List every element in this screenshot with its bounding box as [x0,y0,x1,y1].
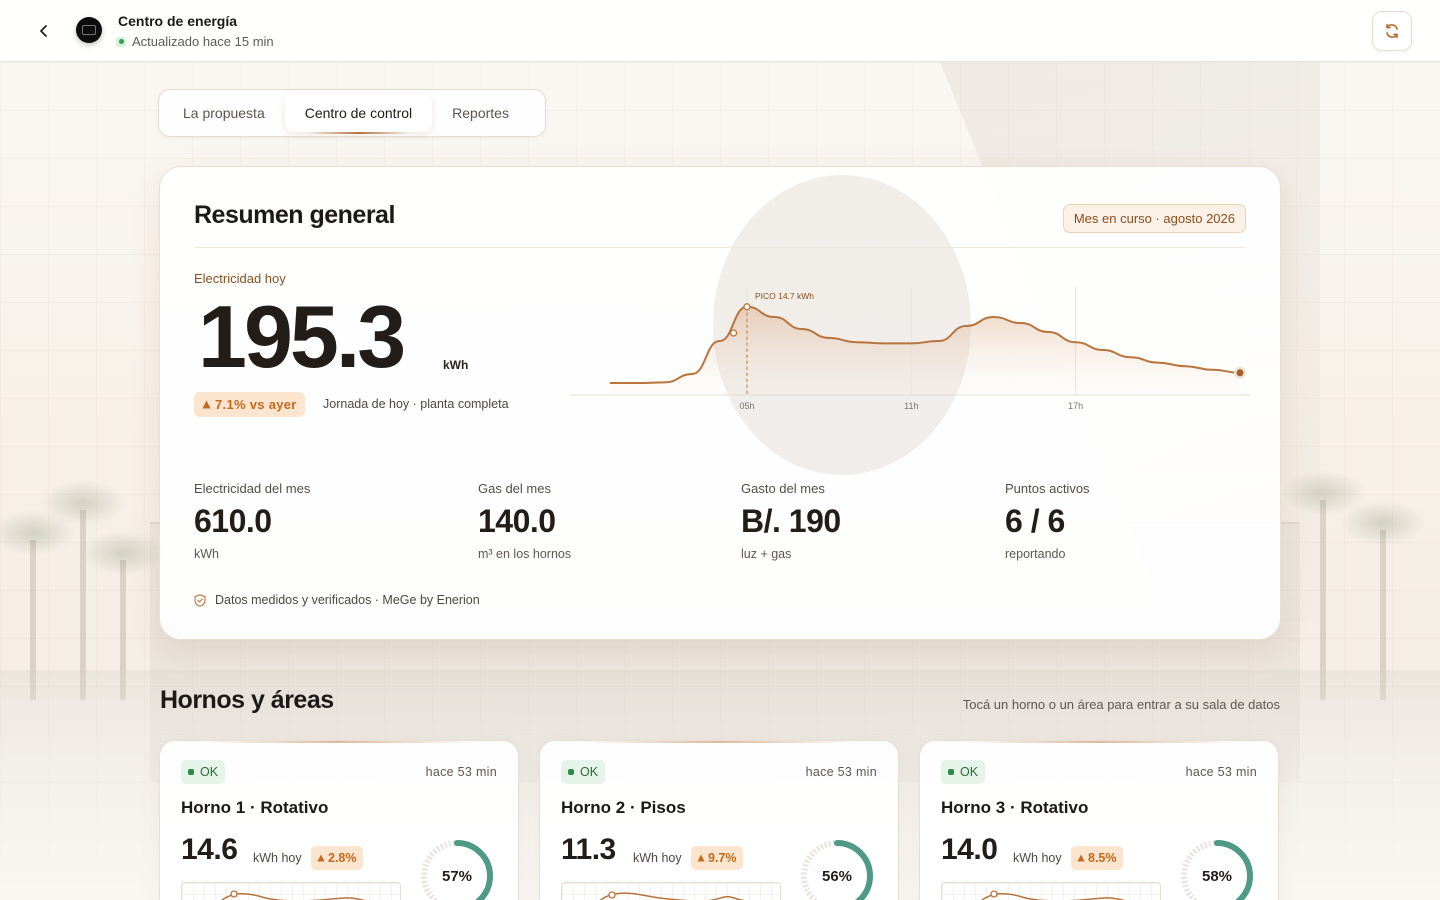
oven-usage-ring: 57% [418,837,496,900]
triangle-up-icon [202,400,211,409]
refresh-icon [1386,23,1398,39]
delta-text: 7.1% vs ayer [215,397,297,412]
update-status-text: Actualizado hace 15 min [132,34,274,49]
delta-badge: 7.1% vs ayer [194,392,305,417]
divider [194,247,1246,248]
stat-value: 6 / 6 [1005,503,1065,539]
electricity-chart-svg: 05h 11h 17h PICO 14.7 kWh [570,287,1250,411]
view-tabs: La propuesta Centro de control Reportes [158,89,546,137]
electricity-chart: 05h 11h 17h PICO 14.7 kWh [570,267,1250,417]
oven-mini-chart [941,882,1161,900]
refresh-button[interactable] [1372,11,1412,51]
verified-text: Datos medidos y verificados · MeGe by En… [215,593,480,607]
stat-puntos-activos: Puntos activos 6 / 6 reportando [1005,481,1090,561]
stat-sub: m³ en los hornos [478,547,572,561]
oven-mini-chart [181,882,401,900]
oven-usage-percent: 58% [1201,867,1233,885]
peak-label: PICO 14.7 kWh [755,291,814,301]
oven-usage-percent: 56% [821,867,853,885]
stat-label: Puntos activos [1005,481,1090,496]
stat-value: 610.0 [194,503,272,539]
verified-note: Datos medidos y verificados · MeGe by En… [194,593,480,607]
oven-delta-text: 9.7% [708,851,737,865]
peak-point [743,303,751,311]
electricity-today-label: Electricidad hoy [194,271,286,286]
status-badge: OK [941,760,986,784]
period-badge: Mes en curso · agosto 2026 [1062,204,1246,233]
oven-kwh: 11.3 [561,833,616,866]
hover-point [729,329,738,337]
stat-value: 140.0 [478,503,556,539]
chart-tick-label: 17h [1068,401,1083,411]
triangle-up-icon [1077,854,1085,862]
oven-updated-time: hace 53 min [425,765,497,779]
summary-card: Resumen general Mes en curso · agosto 20… [159,166,1281,640]
oven-name: Horno 3 · Rotativo [941,798,1089,817]
status-dot-icon [116,36,126,47]
stat-sub: kWh [194,547,219,561]
oven-name: Horno 1 · Rotativo [181,798,329,817]
electricity-today-value: 195.3 [198,287,406,386]
oven-delta-badge: 9.7% [691,846,743,870]
oven-delta-text: 2.8% [328,851,357,865]
stat-label: Gas del mes [478,481,551,496]
oven-kwh-unit: kWh hoy [633,851,682,865]
oven-card-3[interactable]: OK hace 53 min Horno 3 · Rotativo 14.0 k… [919,740,1279,900]
chevron-left-icon [40,25,47,37]
oven-kwh-unit: kWh hoy [1013,851,1062,865]
oven-kwh: 14.0 [941,833,998,866]
chart-tick-label: 05h [739,401,754,411]
oven-kwh: 14.6 [181,833,238,866]
delta-note: Jornada de hoy · planta completa [323,397,509,411]
triangle-up-icon [317,854,325,862]
chart-tick-label: 11h [904,401,918,411]
oven-kwh-unit: kWh hoy [253,851,302,865]
oven-usage-percent: 57% [441,867,473,885]
stat-sub: luz + gas [741,547,792,561]
summary-title: Resumen general [194,201,395,229]
oven-name: Horno 2 · Pisos [561,798,686,817]
tab-centro-de-control[interactable]: Centro de control [284,94,433,134]
oven-delta-text: 8.5% [1088,851,1117,865]
oven-card-2[interactable]: OK hace 53 min Horno 2 · Pisos 11.3 kWh … [539,740,899,900]
oven-usage-ring: 58% [1178,837,1256,900]
stat-label: Electricidad del mes [194,481,311,496]
top-bar: Centro de energía Actualizado hace 15 mi… [0,0,1440,62]
stat-value: B/. 190 [741,503,841,539]
oven-delta-badge: 8.5% [1071,846,1123,870]
stat-electricidad-mes: Electricidad del mes 610.0 kWh [194,481,310,561]
oven-delta-badge: 2.8% [311,846,363,870]
stat-sub: reportando [1005,547,1066,561]
chart-area [610,306,1240,395]
electricity-today-unit: kWh [443,358,469,372]
status-badge: OK [561,760,606,784]
oven-card-1[interactable]: OK hace 53 min Horno 1 · Rotativo 14.6 k… [159,740,519,900]
triangle-up-icon [697,854,705,862]
oven-mini-chart [561,882,781,900]
back-button[interactable] [30,17,58,45]
stat-gasto-mes: Gasto del mes B/. 190 luz + gas [741,481,841,561]
tab-reportes[interactable]: Reportes [432,94,529,132]
oven-updated-time: hace 53 min [805,765,877,779]
oven-updated-time: hace 53 min [1185,765,1257,779]
status-badge: OK [181,760,226,784]
update-status: Actualizado hace 15 min [116,34,274,49]
section-hint: Tocá un horno o un área para entrar a su… [962,697,1280,712]
stat-label: Gasto del mes [741,481,825,496]
brand-logo [76,17,102,43]
section-title: Hornos y áreas [160,686,334,714]
app-title: Centro de energía [118,13,238,29]
shield-check-icon [194,593,206,607]
current-point [1236,369,1244,377]
tab-la-propuesta[interactable]: La propuesta [163,94,285,132]
stat-gas-mes: Gas del mes 140.0 m³ en los hornos [478,481,571,561]
oven-usage-ring: 56% [798,837,876,900]
